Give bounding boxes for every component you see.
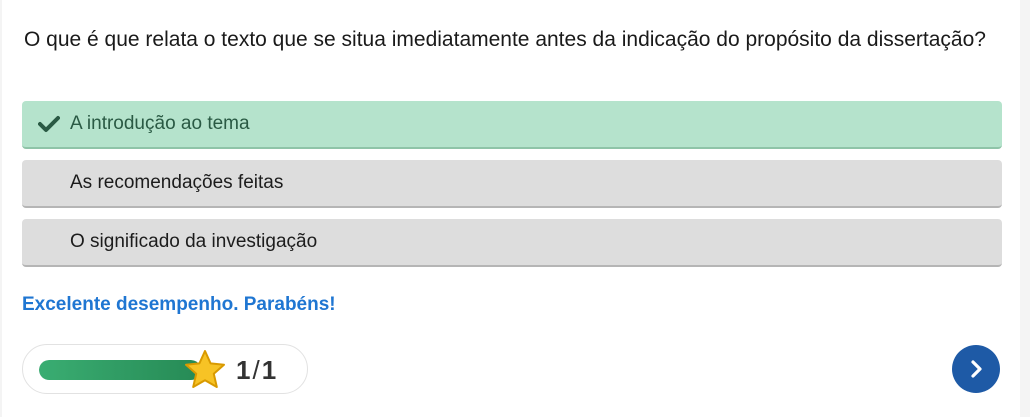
answer-option-2[interactable]: As recomendações feitas (22, 160, 1002, 208)
score-total: 1 (261, 355, 277, 385)
progress-indicator: 1 / 1 (22, 344, 308, 394)
next-button[interactable] (952, 345, 1000, 393)
check-icon (38, 116, 60, 132)
score-separator: / (252, 355, 260, 385)
answer-option-3[interactable]: O significado da investigação (22, 219, 1002, 267)
star-icon (185, 350, 225, 388)
score-current: 1 (236, 355, 251, 385)
answer-option-1[interactable]: A introdução ao tema (22, 101, 1002, 149)
score-readout: 1 / 1 (236, 355, 276, 386)
answer-option-label: As recomendações feitas (70, 172, 284, 193)
progress-bar-fill (39, 360, 201, 380)
feedback-message: Excelente desempenho. Parabéns! (22, 294, 336, 315)
quiz-card: O que é que relata o texto que se situa … (2, 0, 1020, 417)
answer-option-label: O significado da investigação (70, 231, 318, 252)
question-text: O que é que relata o texto que se situa … (24, 28, 986, 51)
chevron-right-icon (971, 360, 982, 378)
answer-option-label: A introdução ao tema (70, 113, 250, 134)
progress-bar (39, 360, 201, 380)
